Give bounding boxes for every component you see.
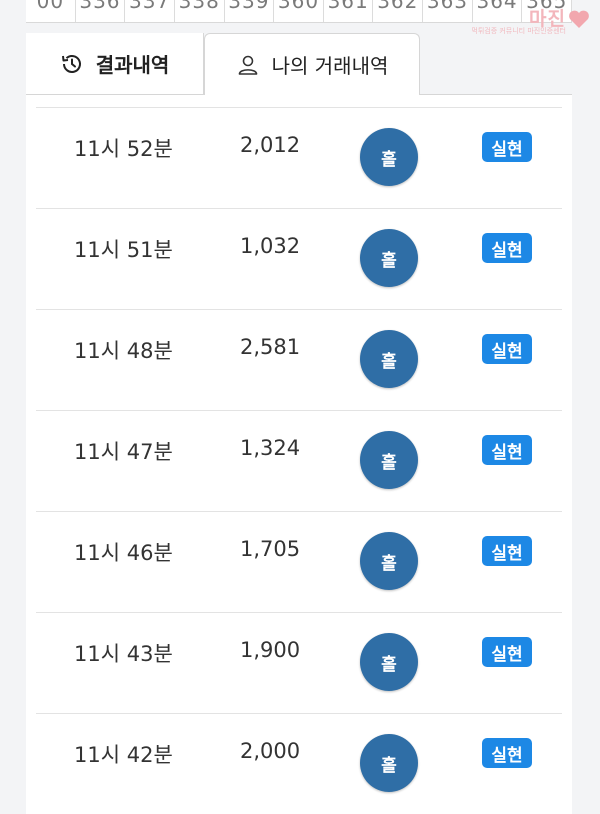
row-time: 11시 47분: [74, 440, 173, 464]
row-amount: 1,705: [240, 537, 301, 561]
row-amount: 2,581: [240, 335, 301, 359]
round-cell: 00: [26, 0, 76, 22]
list-item: 11시 51분 1,032 홀 실현: [36, 208, 562, 309]
list-item: 11시 48분 2,581 홀 실현: [36, 309, 562, 410]
status-badge: 실현: [482, 132, 532, 162]
status-badge: 실현: [482, 233, 532, 263]
row-amount: 1,032: [240, 234, 301, 258]
status-badge: 실현: [482, 435, 532, 465]
status-badge: 실현: [482, 637, 532, 667]
round-cell: 360: [274, 0, 324, 22]
status-badge: 실현: [482, 536, 532, 566]
tab-my-history-label: 나의 거래내역: [271, 54, 389, 78]
row-amount: 1,900: [240, 638, 301, 662]
pick-badge-odd: 홀: [360, 128, 418, 186]
status-badge: 실현: [482, 334, 532, 364]
watermark-logo: 마진 먹튀검증 커뮤니티 마진인증센터: [464, 2, 594, 36]
pick-badge-odd: 홀: [360, 734, 418, 792]
list-item: 11시 42분 2,000 홀 실현: [36, 713, 562, 814]
tab-bar-spacer: [420, 33, 572, 95]
round-cell: 361: [324, 0, 374, 22]
pick-badge-odd: 홀: [360, 431, 418, 489]
list-item: 11시 46분 1,705 홀 실현: [36, 511, 562, 612]
row-amount: 1,324: [240, 436, 301, 460]
round-cell: 338: [175, 0, 225, 22]
transaction-list: 11시 52분 2,012 홀 실현 11시 51분 1,032 홀 실현 11…: [26, 95, 572, 814]
tab-my-history[interactable]: 나의 거래내역: [204, 33, 420, 95]
row-time: 11시 46분: [74, 541, 173, 565]
pick-badge-odd: 홀: [360, 633, 418, 691]
list-item: 11시 43분 1,900 홀 실현: [36, 612, 562, 713]
history-icon: [60, 52, 84, 76]
pick-badge-odd: 홀: [360, 229, 418, 287]
row-time: 11시 48분: [74, 339, 173, 363]
row-amount: 2,012: [240, 133, 301, 157]
tab-results[interactable]: 결과내역: [26, 33, 204, 95]
round-cell: 339: [225, 0, 275, 22]
pick-badge-odd: 홀: [360, 330, 418, 388]
round-cell: 362: [373, 0, 424, 22]
tab-results-label: 결과내역: [95, 53, 170, 77]
heart-wing-icon: [569, 10, 589, 28]
pick-badge-odd: 홀: [360, 532, 418, 590]
round-cell: 337: [125, 0, 175, 22]
round-cell: 336: [76, 0, 126, 22]
list-item: 11시 47분 1,324 홀 실현: [36, 410, 562, 511]
row-amount: 2,000: [240, 739, 301, 763]
row-time: 11시 42분: [74, 743, 173, 767]
row-time: 11시 43분: [74, 642, 173, 666]
tab-bar: 결과내역 나의 거래내역: [26, 33, 572, 95]
row-time: 11시 51분: [74, 238, 173, 262]
list-item: 11시 52분 2,012 홀 실현: [36, 107, 562, 208]
row-time: 11시 52분: [74, 137, 173, 161]
status-badge: 실현: [482, 738, 532, 768]
user-icon: [236, 53, 260, 77]
